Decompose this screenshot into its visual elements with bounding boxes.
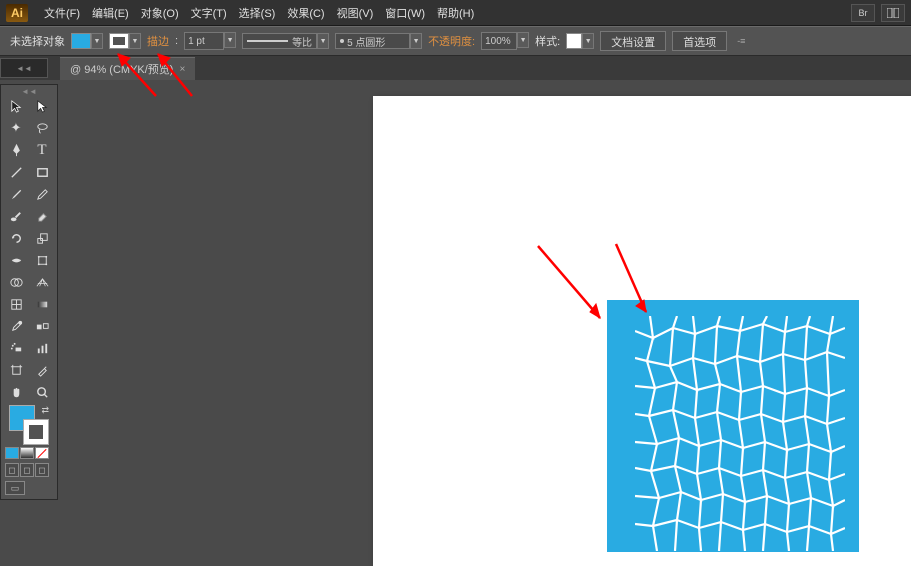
opacity-dropdown[interactable]: ▼ bbox=[517, 32, 529, 48]
menu-file[interactable]: 文件(F) bbox=[38, 1, 86, 25]
screen-mode[interactable]: ▭ bbox=[5, 481, 25, 495]
stroke-weight-dropdown[interactable]: ▼ bbox=[224, 32, 236, 48]
selection-tool[interactable] bbox=[3, 95, 29, 117]
mesh-tool[interactable] bbox=[3, 293, 29, 315]
draw-normal[interactable]: ◻ bbox=[5, 463, 19, 477]
type-tool[interactable]: T bbox=[29, 139, 55, 161]
profile-dropdown[interactable]: ▼ bbox=[317, 33, 329, 49]
style-swatch[interactable] bbox=[566, 33, 582, 49]
menu-type[interactable]: 文字(T) bbox=[185, 1, 233, 25]
hand-tool[interactable] bbox=[3, 381, 29, 403]
eyedropper-tool[interactable] bbox=[3, 315, 29, 337]
menu-view[interactable]: 视图(V) bbox=[331, 1, 380, 25]
draw-inside[interactable]: ◻ bbox=[35, 463, 49, 477]
toolbox-panel: ◄◄ ✦ T bbox=[0, 84, 58, 500]
annotation-arrow-4 bbox=[588, 236, 668, 326]
menu-select[interactable]: 选择(S) bbox=[233, 1, 282, 25]
free-transform-tool[interactable] bbox=[29, 249, 55, 271]
opacity-label[interactable]: 不透明度: bbox=[428, 33, 475, 49]
annotation-arrow-2 bbox=[150, 46, 210, 106]
pencil-tool[interactable] bbox=[29, 183, 55, 205]
color-mode-gradient[interactable] bbox=[20, 447, 34, 459]
menu-object[interactable]: 对象(O) bbox=[135, 1, 185, 25]
shape-builder-tool[interactable] bbox=[3, 271, 29, 293]
rotate-tool[interactable] bbox=[3, 227, 29, 249]
opacity-input[interactable] bbox=[481, 32, 517, 50]
artboard-tool[interactable] bbox=[3, 359, 29, 381]
menu-effect[interactable]: 效果(C) bbox=[281, 1, 330, 25]
symbol-sprayer-tool[interactable] bbox=[3, 337, 29, 359]
blend-tool[interactable] bbox=[29, 315, 55, 337]
menu-edit[interactable]: 编辑(E) bbox=[86, 1, 135, 25]
tab-collapse-handle[interactable]: ◄◄ bbox=[0, 58, 48, 78]
eraser-tool[interactable] bbox=[29, 205, 55, 227]
artboard bbox=[373, 96, 911, 566]
app-logo: Ai bbox=[6, 4, 28, 22]
magic-wand-tool[interactable]: ✦ bbox=[3, 117, 29, 139]
style-dropdown[interactable]: ▼ bbox=[582, 33, 594, 49]
toolbox-stroke-swatch[interactable] bbox=[23, 419, 49, 445]
swap-colors-icon[interactable]: ⇄ bbox=[41, 405, 49, 416]
style-label: 样式: bbox=[535, 33, 560, 49]
color-mode-solid[interactable] bbox=[5, 447, 19, 459]
width-tool[interactable] bbox=[3, 249, 29, 271]
rectangle-tool[interactable] bbox=[29, 161, 55, 183]
zoom-tool[interactable] bbox=[29, 381, 55, 403]
gear-icon[interactable]: -≡ bbox=[733, 36, 749, 46]
color-mode-none[interactable] bbox=[35, 447, 49, 459]
brush-definition[interactable]: 5 点圆形 bbox=[335, 33, 410, 49]
lasso-tool[interactable] bbox=[29, 117, 55, 139]
direct-selection-tool[interactable] bbox=[29, 95, 55, 117]
canvas-area[interactable] bbox=[68, 82, 911, 565]
preferences-button[interactable]: 首选项 bbox=[672, 31, 727, 51]
gradient-tool[interactable] bbox=[29, 293, 55, 315]
fill-dropdown[interactable]: ▼ bbox=[91, 33, 103, 49]
voronoi-pattern bbox=[635, 316, 845, 551]
brush-dropdown[interactable]: ▼ bbox=[410, 33, 422, 49]
perspective-grid-tool[interactable] bbox=[29, 271, 55, 293]
toolbox-handle[interactable]: ◄◄ bbox=[3, 87, 55, 95]
line-tool[interactable] bbox=[3, 161, 29, 183]
selection-status: 未选择对象 bbox=[10, 33, 65, 49]
blob-brush-tool[interactable] bbox=[3, 205, 29, 227]
scale-tool[interactable] bbox=[29, 227, 55, 249]
menu-help[interactable]: 帮助(H) bbox=[431, 1, 480, 25]
column-graph-tool[interactable] bbox=[29, 337, 55, 359]
draw-behind[interactable]: ◻ bbox=[20, 463, 34, 477]
stroke-profile[interactable]: 等比 bbox=[242, 33, 317, 49]
artwork-square[interactable] bbox=[607, 300, 859, 552]
pen-tool[interactable] bbox=[3, 139, 29, 161]
slice-tool[interactable] bbox=[29, 359, 55, 381]
arrange-button[interactable] bbox=[881, 4, 905, 22]
doc-setup-button[interactable]: 文档设置 bbox=[600, 31, 666, 51]
paintbrush-tool[interactable] bbox=[3, 183, 29, 205]
fill-swatch[interactable] bbox=[71, 33, 91, 49]
menu-window[interactable]: 窗口(W) bbox=[379, 1, 431, 25]
bridge-button[interactable]: Br bbox=[851, 4, 875, 22]
